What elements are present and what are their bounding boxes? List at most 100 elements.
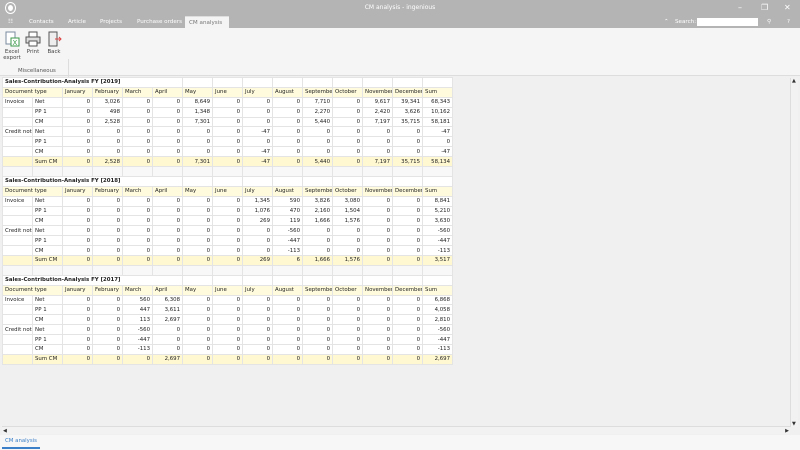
value-cell[interactable]: 7,301 xyxy=(182,116,214,128)
value-cell[interactable]: 0 xyxy=(122,255,153,266)
value-cell[interactable]: 0 xyxy=(362,215,394,227)
measure-cell[interactable]: Sum CM xyxy=(32,156,63,168)
empty-cell[interactable] xyxy=(242,175,274,187)
document-type-cell[interactable]: Credit note xyxy=(2,225,33,237)
empty-cell[interactable] xyxy=(212,264,244,276)
value-cell[interactable]: 0 xyxy=(212,255,244,266)
value-cell[interactable]: 0 xyxy=(392,235,424,247)
column-header-august[interactable]: August xyxy=(272,284,304,296)
value-cell[interactable]: 0 xyxy=(392,126,424,138)
value-cell[interactable]: 0 xyxy=(332,126,364,138)
scroll-left-icon[interactable]: ◀ xyxy=(3,428,7,434)
measure-cell[interactable]: PP 1 xyxy=(32,205,63,217)
value-cell[interactable]: 0 xyxy=(212,334,244,346)
document-type-cell[interactable]: Invoice xyxy=(2,96,33,108)
value-cell[interactable]: 2,697 xyxy=(151,353,184,365)
value-cell[interactable]: 0 xyxy=(62,215,93,227)
value-cell[interactable]: 0 xyxy=(272,294,304,306)
value-cell[interactable]: 8,841 xyxy=(422,195,454,207)
value-cell[interactable]: 113 xyxy=(122,314,153,326)
value-cell[interactable]: 0 xyxy=(122,96,153,108)
tab-projects[interactable]: Projects xyxy=(96,16,126,28)
empty-cell[interactable] xyxy=(272,166,304,177)
value-cell[interactable]: 0 xyxy=(92,205,123,217)
value-cell[interactable]: 0 xyxy=(92,146,123,158)
document-tab-cm-analysis[interactable]: CM analysis xyxy=(2,435,40,449)
value-cell[interactable]: 2,697 xyxy=(151,314,184,326)
value-cell[interactable]: 0 xyxy=(212,235,244,247)
value-cell[interactable]: 0 xyxy=(392,205,424,217)
empty-cell[interactable] xyxy=(422,274,454,286)
value-cell[interactable]: 0 xyxy=(302,225,334,237)
column-header-april[interactable]: April xyxy=(151,185,184,197)
report-title[interactable]: Sales-Contribution-Analysis FY [2017] xyxy=(1,274,184,286)
value-cell[interactable]: 68,343 xyxy=(422,96,454,108)
value-cell[interactable]: 0 xyxy=(332,294,364,306)
value-cell[interactable]: 6 xyxy=(272,255,304,266)
measure-cell[interactable]: Net xyxy=(32,324,63,336)
value-cell[interactable]: 0 xyxy=(302,235,334,247)
empty-cell[interactable] xyxy=(182,175,214,187)
value-cell[interactable]: 0 xyxy=(182,294,214,306)
value-cell[interactable]: 7,710 xyxy=(302,96,334,108)
value-cell[interactable]: 0 xyxy=(332,96,364,108)
empty-cell[interactable] xyxy=(2,264,33,276)
value-cell[interactable]: 0 xyxy=(332,245,364,257)
excel-export-button[interactable]: X Excel export xyxy=(1,31,23,61)
value-cell[interactable]: 0 xyxy=(122,215,153,227)
measure-cell[interactable]: Net xyxy=(32,225,63,237)
value-cell[interactable]: 0 xyxy=(332,324,364,336)
value-cell[interactable]: 0 xyxy=(182,225,214,237)
value-cell[interactable]: 2,528 xyxy=(92,156,123,168)
value-cell[interactable]: 1,345 xyxy=(242,195,274,207)
value-cell[interactable]: 0 xyxy=(151,106,184,118)
empty-cell[interactable] xyxy=(422,77,454,88)
value-cell[interactable]: -560 xyxy=(422,324,454,336)
value-cell[interactable]: 0 xyxy=(122,205,153,217)
value-cell[interactable]: 0 xyxy=(182,136,214,148)
column-header-january[interactable]: January xyxy=(62,86,93,98)
value-cell[interactable]: 0 xyxy=(272,146,304,158)
value-cell[interactable]: 0 xyxy=(122,195,153,207)
empty-cell[interactable] xyxy=(182,264,214,276)
empty-cell[interactable] xyxy=(332,77,364,88)
value-cell[interactable]: 0 xyxy=(242,106,274,118)
value-cell[interactable]: 0 xyxy=(151,136,184,148)
value-cell[interactable]: 0 xyxy=(302,294,334,306)
empty-cell[interactable] xyxy=(182,274,214,286)
value-cell[interactable]: 0 xyxy=(272,136,304,148)
column-header-february[interactable]: February xyxy=(92,284,123,296)
value-cell[interactable]: 0 xyxy=(62,126,93,138)
measure-cell[interactable]: CM xyxy=(32,344,63,355)
column-header-september[interactable]: September xyxy=(302,284,334,296)
value-cell[interactable]: 0 xyxy=(212,116,244,128)
empty-cell[interactable] xyxy=(302,274,334,286)
column-header-november[interactable]: November xyxy=(362,185,394,197)
measure-cell[interactable]: Sum CM xyxy=(32,353,63,365)
document-type-cell[interactable] xyxy=(2,136,33,148)
value-cell[interactable]: 0 xyxy=(272,344,304,355)
empty-cell[interactable] xyxy=(392,175,424,187)
value-cell[interactable]: 0 xyxy=(242,225,274,237)
value-cell[interactable]: 119 xyxy=(272,215,304,227)
value-cell[interactable]: 0 xyxy=(272,156,304,168)
column-header-june[interactable]: June xyxy=(212,185,244,197)
empty-cell[interactable] xyxy=(332,166,364,177)
value-cell[interactable]: 0 xyxy=(242,245,274,257)
column-header-october[interactable]: October xyxy=(332,284,364,296)
value-cell[interactable]: 0 xyxy=(392,245,424,257)
empty-cell[interactable] xyxy=(212,175,244,187)
value-cell[interactable]: 1,576 xyxy=(332,255,364,266)
value-cell[interactable]: 0 xyxy=(151,215,184,227)
column-header-december[interactable]: December xyxy=(392,284,424,296)
value-cell[interactable]: 0 xyxy=(182,235,214,247)
value-cell[interactable]: 0 xyxy=(392,255,424,266)
value-cell[interactable]: 0 xyxy=(151,334,184,346)
empty-cell[interactable] xyxy=(182,77,214,88)
value-cell[interactable]: 560 xyxy=(122,294,153,306)
value-cell[interactable]: 0 xyxy=(392,314,424,326)
empty-cell[interactable] xyxy=(302,166,334,177)
value-cell[interactable]: 10,162 xyxy=(422,106,454,118)
value-cell[interactable]: 0 xyxy=(122,245,153,257)
collapse-ribbon-icon[interactable]: ⌃ xyxy=(660,16,673,28)
